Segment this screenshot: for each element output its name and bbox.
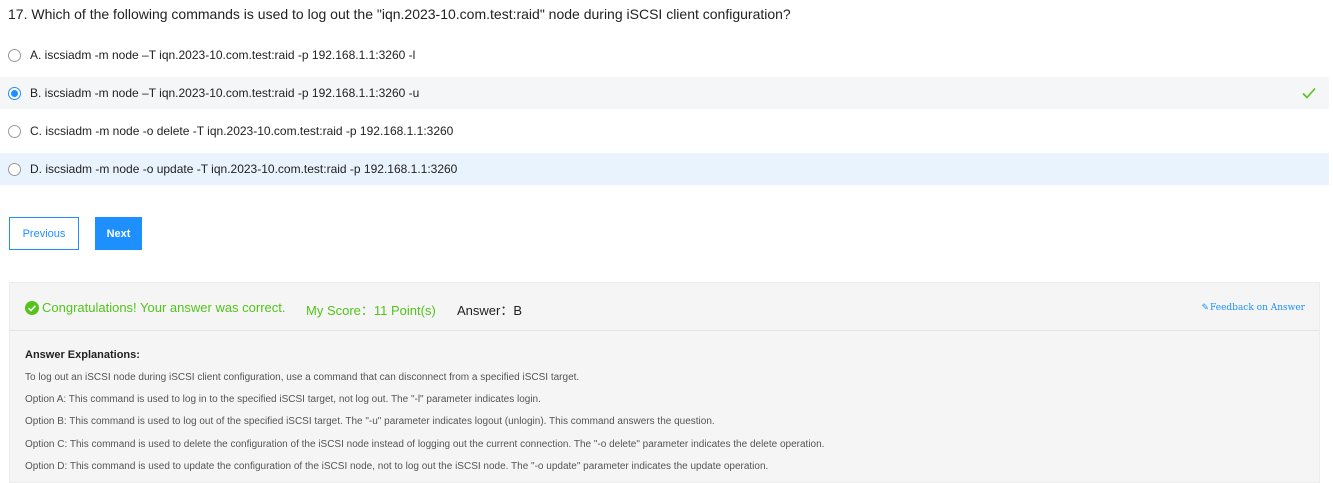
explanation-line: To log out an iSCSI node during iSCSI cl… [25, 372, 580, 383]
my-score: My Score：11 Point(s) [306, 303, 436, 318]
explanation-line: Option C: This command is used to delete… [25, 439, 825, 450]
option-b[interactable]: B. iscsiadm -m node –T iqn.2023-10.com.t… [0, 77, 1329, 109]
radio-d[interactable] [8, 162, 21, 176]
result-header: Congratulations! Your answer was correct… [10, 283, 1319, 331]
explanation-line: Option B: This command is used to log ou… [25, 416, 715, 427]
option-d-label: D. iscsiadm -m node -o update -T iqn.202… [30, 162, 458, 176]
feedback-link[interactable]: ✎Feedback on Answer [1201, 303, 1305, 313]
previous-button[interactable]: Previous [9, 217, 79, 250]
explanation-line: Option A: This command is used to log in… [25, 394, 541, 405]
congrats-message: Congratulations! Your answer was correct… [42, 300, 286, 315]
option-c[interactable]: C. iscsiadm -m node -o delete -T iqn.202… [0, 115, 1329, 147]
answer-options: A. iscsiadm -m node –T iqn.2023-10.com.t… [0, 39, 1329, 191]
option-b-label: B. iscsiadm -m node –T iqn.2023-10.com.t… [30, 86, 420, 100]
option-a[interactable]: A. iscsiadm -m node –T iqn.2023-10.com.t… [0, 39, 1329, 71]
result-panel: Congratulations! Your answer was correct… [9, 282, 1320, 483]
edit-icon: ✎ [1201, 303, 1210, 313]
next-button[interactable]: Next [95, 217, 142, 250]
radio-b[interactable] [8, 86, 21, 100]
radio-a[interactable] [8, 48, 21, 62]
correct-answer: Answer：B [457, 303, 523, 318]
option-c-label: C. iscsiadm -m node -o delete -T iqn.202… [30, 124, 454, 138]
option-a-label: A. iscsiadm -m node –T iqn.2023-10.com.t… [30, 48, 416, 62]
correct-check-icon [1302, 87, 1316, 99]
option-d[interactable]: D. iscsiadm -m node -o update -T iqn.202… [0, 153, 1329, 185]
explanation-line: Option D: This command is used to update… [25, 461, 769, 472]
explanation-title: Answer Explanations: [25, 349, 140, 361]
radio-c[interactable] [8, 124, 21, 138]
feedback-label: Feedback on Answer [1210, 303, 1305, 313]
success-check-circle-icon [25, 301, 39, 315]
question-text: 17. Which of the following commands is u… [8, 6, 791, 22]
